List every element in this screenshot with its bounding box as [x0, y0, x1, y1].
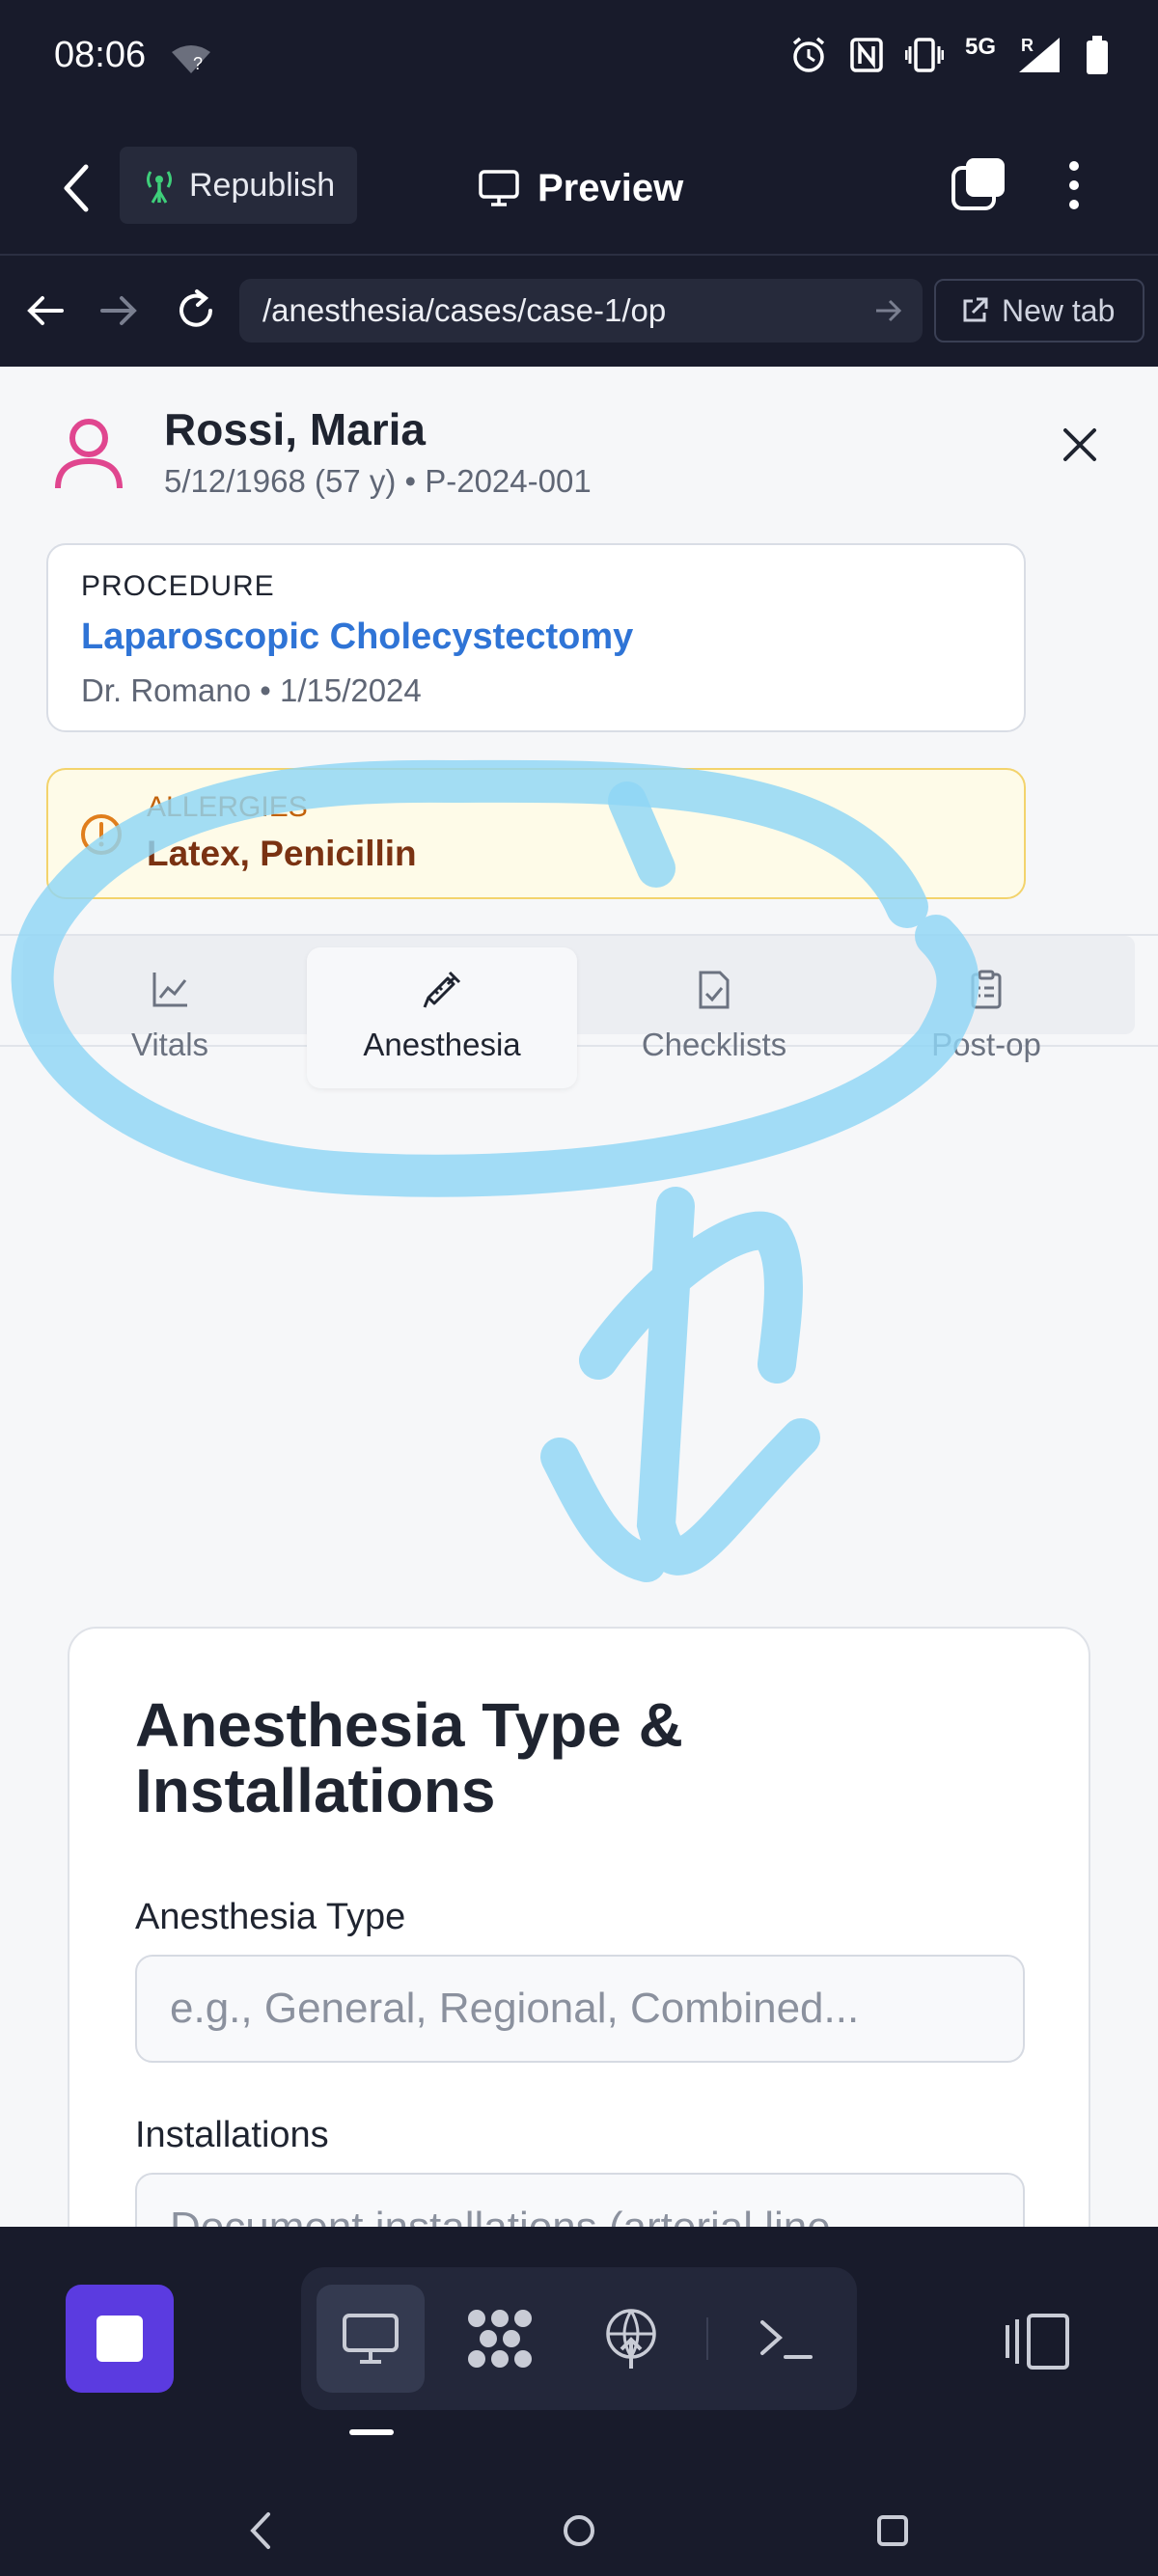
browser-forward-icon[interactable] — [95, 287, 143, 335]
tab-checklists[interactable]: Checklists — [579, 947, 849, 1088]
installations-placeholder: Document installations (arterial line, — [170, 2204, 842, 2227]
anesthesia-type-input[interactable]: e.g., General, Regional, Combined... — [135, 1955, 1025, 2063]
dock-tool-group — [301, 2267, 857, 2410]
close-icon[interactable] — [1060, 425, 1100, 465]
tab-label: Checklists — [641, 1027, 787, 1062]
syringe-icon — [423, 971, 461, 1008]
bottom-dock — [0, 2227, 1158, 2576]
status-time: 08:06 — [54, 35, 147, 75]
split-view-icon[interactable] — [1004, 2312, 1071, 2371]
monitor-icon — [343, 2314, 399, 2364]
new-tab-button[interactable]: New tab — [934, 279, 1144, 343]
dock-workflow-button[interactable] — [446, 2285, 554, 2393]
anesthesia-form-card: Anesthesia Type & Installations Anesthes… — [68, 1627, 1090, 2227]
clipboard-list-icon — [971, 970, 1002, 1009]
file-check-icon — [699, 971, 730, 1009]
wifi-icon: ? — [172, 45, 210, 73]
chart-line-icon — [152, 973, 187, 1007]
globe-upload-icon — [606, 2309, 656, 2369]
alert-circle-icon — [81, 814, 122, 855]
go-arrow-icon[interactable] — [872, 292, 905, 329]
tabs-switcher-icon[interactable] — [951, 156, 1006, 212]
dock-preview-button[interactable] — [317, 2285, 425, 2393]
alarm-icon — [792, 37, 825, 72]
procedure-card: PROCEDURE Laparoscopic Cholecystectomy D… — [46, 543, 1026, 732]
browser-back-icon[interactable] — [21, 287, 69, 335]
anesthesia-type-label: Anesthesia Type — [135, 1897, 406, 1937]
svg-text:?: ? — [193, 54, 203, 73]
svg-text:R: R — [1021, 36, 1034, 55]
monitor-icon — [479, 170, 519, 206]
allergy-label: ALLERGIES — [147, 791, 308, 823]
installations-label: Installations — [135, 2115, 329, 2155]
url-text: /anesthesia/cases/case-1/op — [262, 292, 667, 328]
stop-icon — [96, 2316, 143, 2362]
procedure-label: PROCEDURE — [81, 570, 275, 602]
back-chevron-icon[interactable] — [53, 159, 101, 217]
user-icon — [55, 419, 123, 489]
status-icons: 5G R — [789, 34, 1110, 75]
installations-textarea[interactable]: Document installations (arterial line, — [135, 2173, 1025, 2227]
tab-vitals[interactable]: Vitals — [35, 947, 305, 1088]
patient-name: Rossi, Maria — [164, 404, 426, 454]
network-type: 5G — [964, 34, 996, 60]
url-input[interactable]: /anesthesia/cases/case-1/op — [239, 279, 923, 343]
system-recents-icon[interactable] — [868, 2507, 917, 2555]
vibrate-icon — [904, 38, 944, 72]
battery-icon — [1087, 36, 1108, 74]
tab-label: Post-op — [931, 1027, 1041, 1062]
preview-label: Preview — [538, 166, 684, 209]
allergy-alert: ALLERGIES Latex, Penicillin — [46, 768, 1026, 899]
anesthesia-type-placeholder: e.g., General, Regional, Combined... — [170, 1985, 860, 2032]
allergy-value: Latex, Penicillin — [147, 834, 417, 873]
browser-url-bar: /anesthesia/cases/case-1/op New tab — [0, 258, 1158, 367]
signal-icon: R — [1019, 36, 1060, 72]
web-page-viewport: Rossi, Maria 5/12/1968 (57 y) • P-2024-0… — [0, 367, 1158, 2227]
preview-button[interactable]: Preview — [478, 154, 683, 222]
dock-publish-button[interactable] — [577, 2285, 685, 2393]
terminal-icon — [760, 2320, 813, 2359]
broadcast-tower-icon — [147, 171, 172, 204]
tab-label: Anesthesia — [363, 1027, 521, 1062]
status-bar: 08:06 ? 5G R — [0, 0, 1158, 116]
republish-label: Republish — [189, 166, 336, 204]
nfc-icon — [850, 38, 883, 72]
tab-anesthesia[interactable]: Anesthesia — [307, 947, 577, 1088]
new-tab-label: New tab — [1002, 292, 1116, 328]
reload-icon[interactable] — [172, 287, 220, 335]
more-vertical-icon[interactable] — [1060, 156, 1089, 214]
procedure-meta: Dr. Romano • 1/15/2024 — [81, 672, 422, 708]
dock-terminal-button[interactable] — [731, 2285, 840, 2393]
tab-label: Vitals — [130, 1027, 209, 1062]
patient-meta: 5/12/1968 (57 y) • P-2024-001 — [164, 463, 592, 499]
system-back-icon[interactable] — [237, 2507, 286, 2555]
active-indicator — [349, 2429, 394, 2435]
divider — [706, 2317, 708, 2360]
app-toolbar: Republish Preview — [0, 116, 1158, 256]
republish-button[interactable]: Republish — [120, 147, 357, 224]
stop-button[interactable] — [66, 2285, 174, 2393]
tab-post-op[interactable]: Post-op — [851, 947, 1121, 1088]
external-link-icon — [963, 297, 988, 322]
dots-grid-icon — [468, 2310, 532, 2368]
form-title: Anesthesia Type & Installations — [135, 1690, 683, 1825]
procedure-title: Laparoscopic Cholecystectomy — [81, 617, 634, 657]
system-home-icon[interactable] — [555, 2507, 603, 2555]
